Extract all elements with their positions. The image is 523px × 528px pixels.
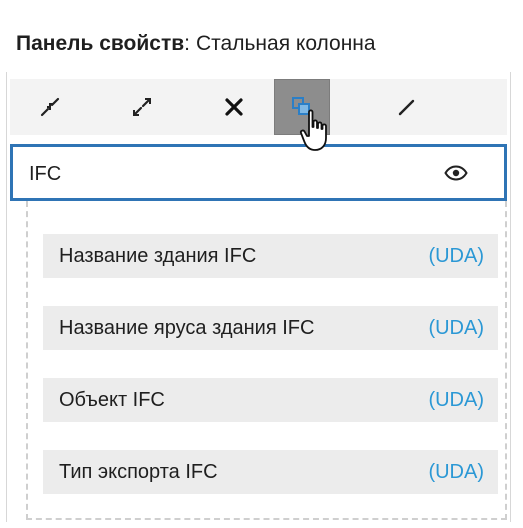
property-uda-tag: (UDA) xyxy=(428,317,484,339)
panel-title: Панель свойств: Стальная колонна xyxy=(16,30,376,58)
copy-button[interactable] xyxy=(274,79,330,135)
property-uda-tag: (UDA) xyxy=(428,245,484,267)
copy-icon xyxy=(292,97,310,115)
property-name: Название здания IFC xyxy=(59,245,257,267)
property-row-building-name[interactable]: Название здания IFC (UDA) xyxy=(43,234,498,278)
visibility-toggle[interactable] xyxy=(444,161,468,185)
property-row-export-type[interactable]: Тип экспорта IFC (UDA) xyxy=(43,450,498,494)
eye-icon xyxy=(444,165,468,181)
collapse-button[interactable] xyxy=(22,79,78,135)
panel-title-separator: : xyxy=(184,32,190,55)
property-row-ifc-object[interactable]: Объект IFC (UDA) xyxy=(43,378,498,422)
expand-icon xyxy=(133,98,151,116)
property-name: Название яруса здания IFC xyxy=(59,317,315,339)
properties-panel: Панель свойств: Стальная колонна IFC Наз… xyxy=(0,0,523,528)
collapse-icon xyxy=(40,97,60,117)
ifc-section-header[interactable]: IFC xyxy=(10,144,507,201)
toolbar xyxy=(10,79,507,135)
edit-icon xyxy=(398,99,415,116)
property-row-building-storey-name[interactable]: Название яруса здания IFC (UDA) xyxy=(43,306,498,350)
property-name: Тип экспорта IFC xyxy=(59,461,218,483)
ifc-section-title: IFC xyxy=(29,163,62,185)
panel-object-name: Стальная колонна xyxy=(196,32,376,55)
panel-title-label: Панель свойств xyxy=(16,32,185,55)
property-uda-tag: (UDA) xyxy=(428,389,484,411)
expand-button[interactable] xyxy=(114,79,170,135)
property-name: Объект IFC xyxy=(59,389,165,411)
edit-button[interactable] xyxy=(379,79,435,135)
close-button[interactable] xyxy=(206,79,262,135)
close-icon xyxy=(225,98,243,116)
property-uda-tag: (UDA) xyxy=(428,461,484,483)
